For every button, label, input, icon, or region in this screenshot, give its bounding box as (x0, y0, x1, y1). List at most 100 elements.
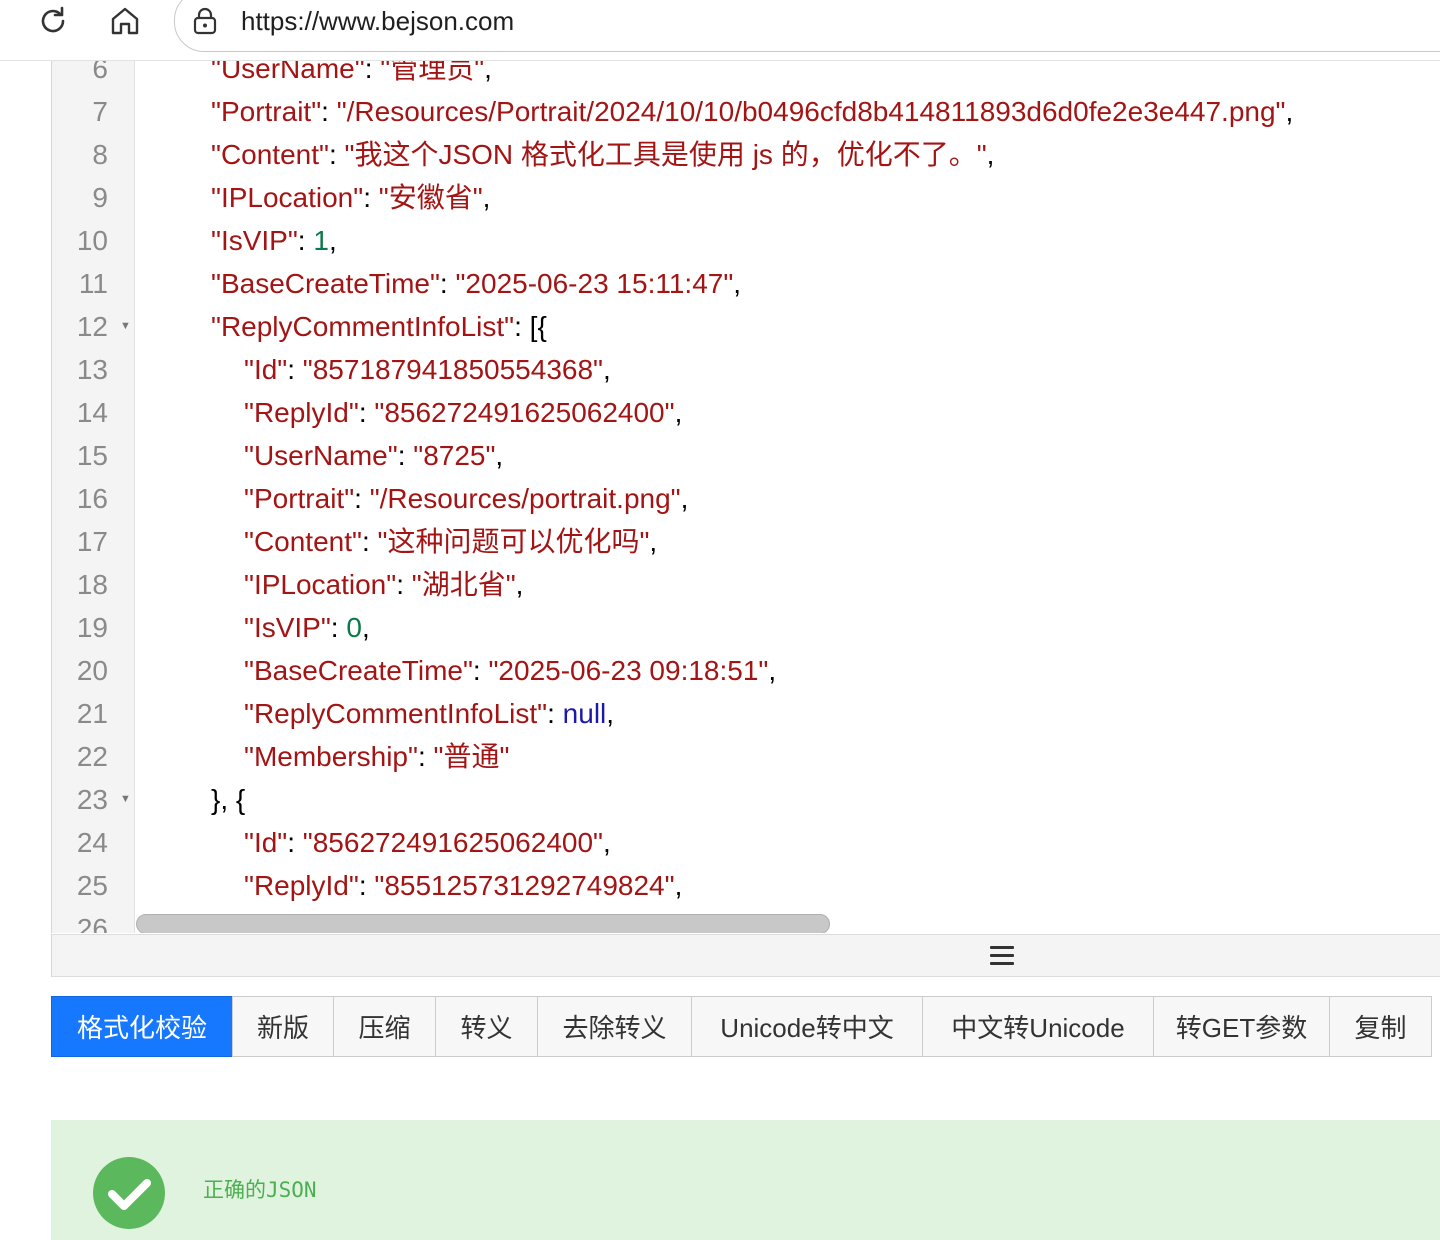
json-punctuation: : (397, 440, 414, 471)
code-text: "Portrait": "/Resources/portrait.png", (244, 477, 688, 520)
json-key: "Id" (244, 354, 288, 385)
json-value: "856272491625062400" (302, 827, 603, 858)
json-key: "Content" (244, 526, 362, 557)
code-line[interactable]: 6 "UserName": "管理员", (52, 60, 1440, 90)
json-value: "安徽省" (378, 182, 483, 213)
code-text: "Content": "我这个JSON 格式化工具是使用 js 的，优化不了。"… (211, 133, 994, 176)
compress-button[interactable]: 压缩 (333, 996, 436, 1057)
json-punctuation: : (472, 655, 489, 686)
json-value: "8725" (413, 440, 496, 471)
code-line[interactable]: 7 "Portrait": "/Resources/Portrait/2024/1… (52, 90, 1440, 133)
line-number: 14 (76, 397, 108, 428)
code-line[interactable]: 22 "Membership": "普通" (52, 735, 1440, 778)
json-punctuation: , (674, 397, 683, 428)
code-line[interactable]: 24 "Id": "856272491625062400", (52, 821, 1440, 864)
json-value: null (562, 698, 607, 729)
action-toolbar: 格式化校验 新版 压缩 转义 去除转义 Unicode转中文 中文转Unicod… (51, 996, 1432, 1059)
code-text: "Membership": "普通" (244, 735, 509, 778)
line-number: 11 (78, 268, 108, 299)
json-key: "UserName" (244, 440, 398, 471)
json-value: "普通" (433, 741, 510, 772)
json-punctuation: , (495, 440, 504, 471)
reload-icon (41, 6, 65, 33)
json-value: "我这个JSON 格式化工具是使用 js 的，优化不了。" (344, 139, 987, 170)
json-value: "856272491625062400" (374, 397, 675, 428)
json-punctuation: , (1285, 96, 1294, 127)
copy-button[interactable]: 复制 (1329, 996, 1432, 1057)
code-line[interactable]: 10 "IsVIP": 1, (52, 219, 1440, 262)
line-number: 12 (76, 311, 108, 342)
line-number: 23 (76, 784, 108, 815)
json-punctuation: , (482, 182, 491, 213)
json-punctuation: , (602, 354, 611, 385)
json-punctuation: , (606, 698, 615, 729)
code-line[interactable]: 19 "IsVIP": 0, (52, 606, 1440, 649)
line-number: 18 (76, 569, 108, 600)
format-validate-button[interactable]: 格式化校验 (51, 996, 233, 1057)
json-key: "ReplyCommentInfoList" (244, 698, 548, 729)
code-line[interactable]: 12 ▼ "ReplyCommentInfoList": [{ (52, 305, 1440, 348)
home-button[interactable] (97, 0, 153, 42)
code-line[interactable]: 18 "IPLocation": "湖北省", (52, 563, 1440, 606)
reload-button[interactable] (25, 0, 81, 42)
code-text: "ReplyCommentInfoList": [{ (211, 305, 547, 348)
json-value: "/Resources/Portrait/2024/10/10/b0496cfd… (336, 96, 1286, 127)
json-value: "2025-06-23 09:18:51" (488, 655, 769, 686)
json-punctuation: : (354, 483, 370, 514)
json-punctuation: : (547, 698, 563, 729)
chinese-to-unicode-button[interactable]: 中文转Unicode (922, 996, 1154, 1057)
menu-icon (990, 946, 1014, 966)
json-punctuation: , (768, 655, 777, 686)
fold-toggle-icon[interactable]: ▼ (120, 778, 131, 821)
code-text: "BaseCreateTime": "2025-06-23 15:11:47", (211, 262, 741, 305)
code-line[interactable]: 14 "ReplyId": "856272491625062400", (52, 391, 1440, 434)
json-punctuation: : (297, 225, 314, 256)
json-key: "UserName" (211, 60, 365, 84)
escape-button[interactable]: 转义 (435, 996, 538, 1057)
check-circle-icon (93, 1157, 165, 1229)
json-punctuation: , (649, 526, 658, 557)
horizontal-scrollbar[interactable] (136, 914, 830, 933)
code-text: "ReplyId": "855125731292749824", (244, 864, 682, 907)
code-line[interactable]: 17 "Content": "这种问题可以优化吗", (52, 520, 1440, 563)
code-line[interactable]: 25 "ReplyId": "855125731292749824", (52, 864, 1440, 907)
json-key: "ReplyId" (244, 397, 359, 428)
fold-toggle-icon[interactable]: ▼ (120, 305, 131, 348)
json-key: "IPLocation" (211, 182, 364, 213)
line-number: 19 (76, 612, 108, 643)
code-line[interactable]: 15 "UserName": "8725", (52, 434, 1440, 477)
code-line[interactable]: 9 "IPLocation": "安徽省", (52, 176, 1440, 219)
json-punctuation: : (358, 397, 375, 428)
json-editor[interactable]: 6 "UserName": "管理员", 7 "Portrait": "/Resour… (51, 60, 1440, 933)
code-line[interactable]: 23 ▼}, { (52, 778, 1440, 821)
unicode-to-chinese-button[interactable]: Unicode转中文 (691, 996, 923, 1057)
code-line[interactable]: 13 "Id": "857187941850554368", (52, 348, 1440, 391)
code-text: "IsVIP": 0, (244, 606, 370, 649)
json-punctuation: , (328, 225, 337, 256)
line-number: 21 (76, 698, 108, 729)
json-key: "IsVIP" (211, 225, 298, 256)
editor-resize-bar[interactable] (51, 934, 1440, 977)
json-value: "管理员" (380, 60, 485, 84)
json-key: "IsVIP" (244, 612, 331, 643)
code-line[interactable]: 16 "Portrait": "/Resources/portrait.png", (52, 477, 1440, 520)
code-line[interactable]: 8 "Content": "我这个JSON 格式化工具是使用 js 的，优化不了。… (52, 133, 1440, 176)
new-version-button[interactable]: 新版 (232, 996, 334, 1057)
code-text: "Portrait": "/Resources/Portrait/2024/10… (211, 90, 1293, 133)
json-key: "Portrait" (244, 483, 355, 514)
json-key: "Portrait" (211, 96, 322, 127)
json-key: "IPLocation" (244, 569, 397, 600)
json-punctuation: : (439, 268, 456, 299)
code-line[interactable]: 21 "ReplyCommentInfoList": null, (52, 692, 1440, 735)
json-punctuation: : (396, 569, 412, 600)
line-number: 22 (76, 741, 108, 772)
json-punctuation: , (515, 569, 524, 600)
code-line[interactable]: 11 "BaseCreateTime": "2025-06-23 15:11:47… (52, 262, 1440, 305)
code-line[interactable]: 20 "BaseCreateTime": "2025-06-23 09:18:51… (52, 649, 1440, 692)
json-value: "湖北省" (411, 569, 516, 600)
unescape-button[interactable]: 去除转义 (537, 996, 692, 1057)
json-punctuation: : (330, 612, 347, 643)
url-text[interactable]: https://www.bejson.com (241, 5, 514, 37)
to-get-params-button[interactable]: 转GET参数 (1153, 996, 1330, 1057)
lock-icon (193, 7, 217, 35)
